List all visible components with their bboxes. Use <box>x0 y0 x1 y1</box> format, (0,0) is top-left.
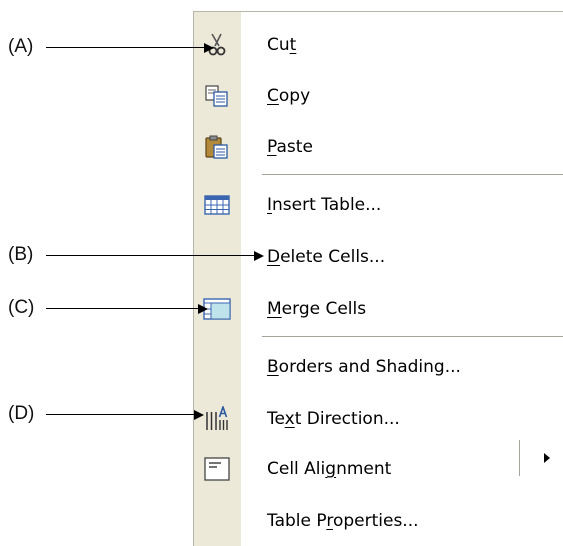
context-menu: Cut Copy Paste Insert Table... Delete Ce… <box>193 11 563 546</box>
paste-icon <box>200 131 234 163</box>
callout-label: (A) <box>8 36 34 57</box>
menu-item-cell-alignment[interactable]: Cell Alignment <box>194 446 563 492</box>
callout-label: (B) <box>8 244 34 265</box>
menu-item-label: Cell Alignment <box>267 459 392 479</box>
menu-item-copy[interactable]: Copy <box>194 73 563 119</box>
arrowhead-icon <box>194 410 204 420</box>
copy-icon <box>200 80 234 112</box>
callout-c: (C) <box>8 293 218 323</box>
menu-item-delete-cells[interactable]: Delete Cells... <box>194 234 563 280</box>
menu-item-label: Cut <box>267 35 297 55</box>
callout-a: (A) <box>8 32 218 62</box>
menu-separator <box>262 174 563 175</box>
callout-d: (D) <box>8 399 218 429</box>
menu-item-paste[interactable]: Paste <box>194 124 563 170</box>
menu-item-label: Merge Cells <box>267 299 367 319</box>
callout-line <box>46 414 196 415</box>
callout-label: (D) <box>8 403 35 424</box>
menu-item-label: Borders and Shading... <box>267 357 461 377</box>
insert-table-icon <box>200 189 234 221</box>
callout-line <box>46 47 206 48</box>
callout-line <box>46 308 200 309</box>
menu-item-label: Text Direction... <box>267 409 400 429</box>
menu-item-label: Copy <box>267 86 311 106</box>
menu-item-table-properties[interactable]: Table Properties... <box>194 498 563 544</box>
menu-item-cut[interactable]: Cut <box>194 22 563 68</box>
menu-item-text-direction[interactable]: Text Direction... <box>194 396 563 442</box>
menu-item-insert-table[interactable]: Insert Table... <box>194 182 563 228</box>
menu-separator <box>262 336 563 337</box>
submenu-arrow-icon[interactable] <box>538 449 556 467</box>
callout-b: (B) <box>8 240 264 270</box>
submenu-divider <box>519 440 520 476</box>
menu-item-borders-and-shading[interactable]: Borders and Shading... <box>194 344 563 390</box>
menu-item-label: Insert Table... <box>267 195 382 215</box>
menu-item-label: Paste <box>267 137 313 157</box>
callout-line <box>46 255 256 256</box>
cell-alignment-icon <box>200 453 234 485</box>
callout-label: (C) <box>8 297 35 318</box>
menu-item-label: Delete Cells... <box>267 247 386 267</box>
menu-item-merge-cells[interactable]: Merge Cells <box>194 286 563 332</box>
arrowhead-icon <box>204 43 214 53</box>
arrowhead-icon <box>254 251 264 261</box>
arrowhead-icon <box>198 304 208 314</box>
menu-item-label: Table Properties... <box>267 511 419 531</box>
